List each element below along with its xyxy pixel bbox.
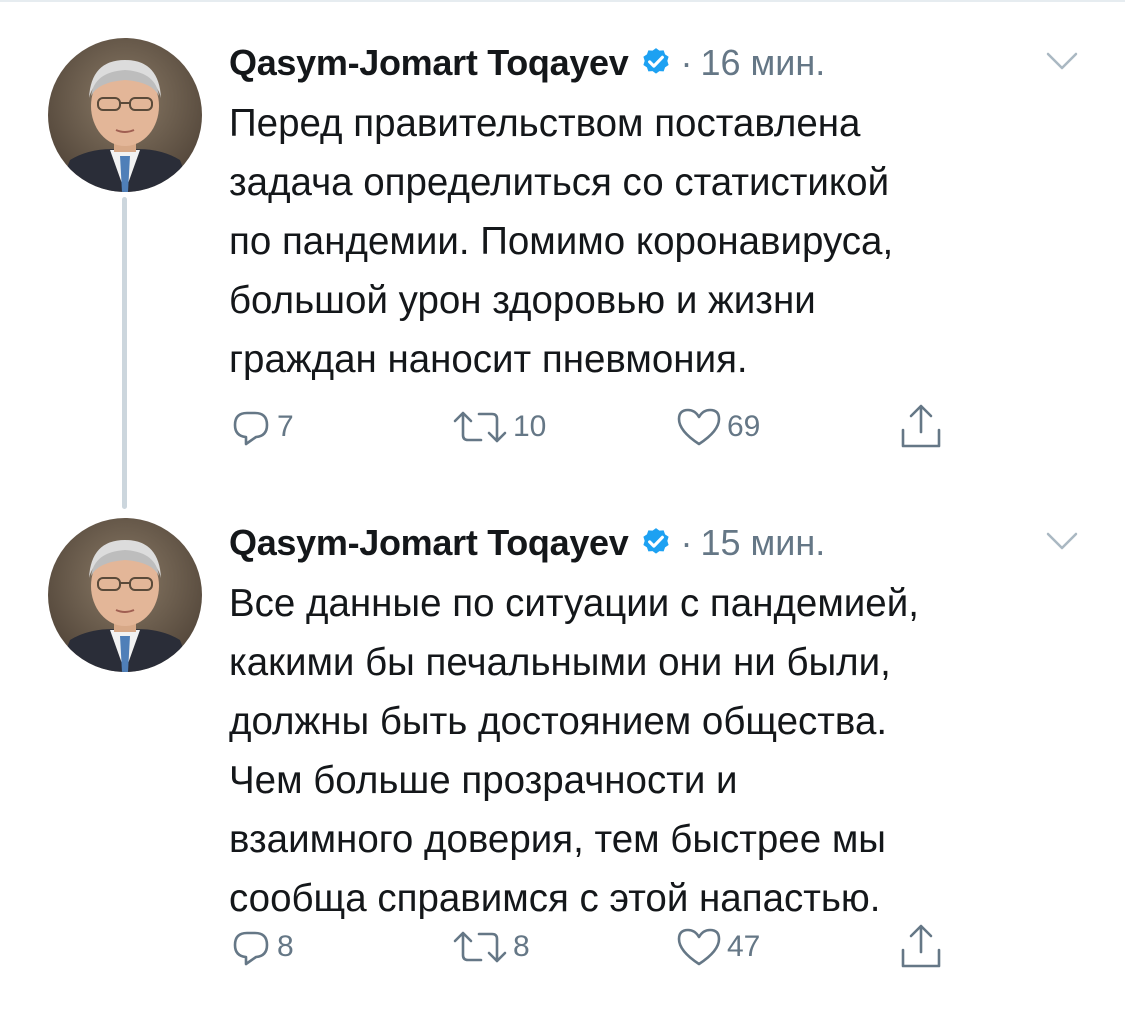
share-button[interactable] [897,402,945,452]
reply-button[interactable]: 8 [229,922,294,972]
avatar[interactable] [48,518,202,672]
timestamp[interactable]: 15 мин. [701,522,826,564]
separator-dot: · [680,522,693,563]
share-icon [901,404,941,448]
tweet-header: Qasym-Jomart Toqayev · 15 мин. [229,518,825,568]
retweet-count: 8 [513,930,530,963]
reply-icon [233,411,269,446]
retweet-count: 10 [513,410,547,443]
tweet-text: Перед правительством поставлена задача о… [229,102,894,381]
timestamp[interactable]: 16 мин. [701,42,826,84]
reply-icon [233,931,269,966]
like-button[interactable]: 47 [675,922,760,972]
tweet-text: Все данные по ситуации с пандемией, каки… [229,582,919,920]
author-name[interactable]: Qasym-Jomart Toqayev [229,42,629,84]
author-name[interactable]: Qasym-Jomart Toqayev [229,522,629,564]
thread-connector-line [122,197,127,509]
like-button[interactable]: 69 [675,402,760,452]
verified-badge-icon [642,528,669,554]
reply-count: 7 [277,410,294,443]
retweet-icon [453,411,507,443]
tweet-header: Qasym-Jomart Toqayev · 16 мин. [229,38,825,88]
chevron-down-icon[interactable] [1044,528,1080,554]
heart-icon [677,408,721,446]
verified-badge-icon [642,48,669,74]
share-icon [901,924,941,968]
retweet-button[interactable]: 8 [451,922,530,972]
tweet-actions: 7 10 69 [229,402,989,452]
tweet-actions: 8 8 47 [229,922,989,972]
avatar[interactable] [48,38,202,192]
share-button[interactable] [897,922,945,972]
separator-dot: · [680,42,693,83]
like-count: 47 [727,930,761,963]
reply-button[interactable]: 7 [229,402,294,452]
chevron-down-icon[interactable] [1044,48,1080,74]
heart-icon [677,928,721,966]
retweet-icon [453,931,507,963]
top-divider [0,0,1125,2]
retweet-button[interactable]: 10 [451,402,546,452]
like-count: 69 [727,410,761,443]
reply-count: 8 [277,930,294,963]
